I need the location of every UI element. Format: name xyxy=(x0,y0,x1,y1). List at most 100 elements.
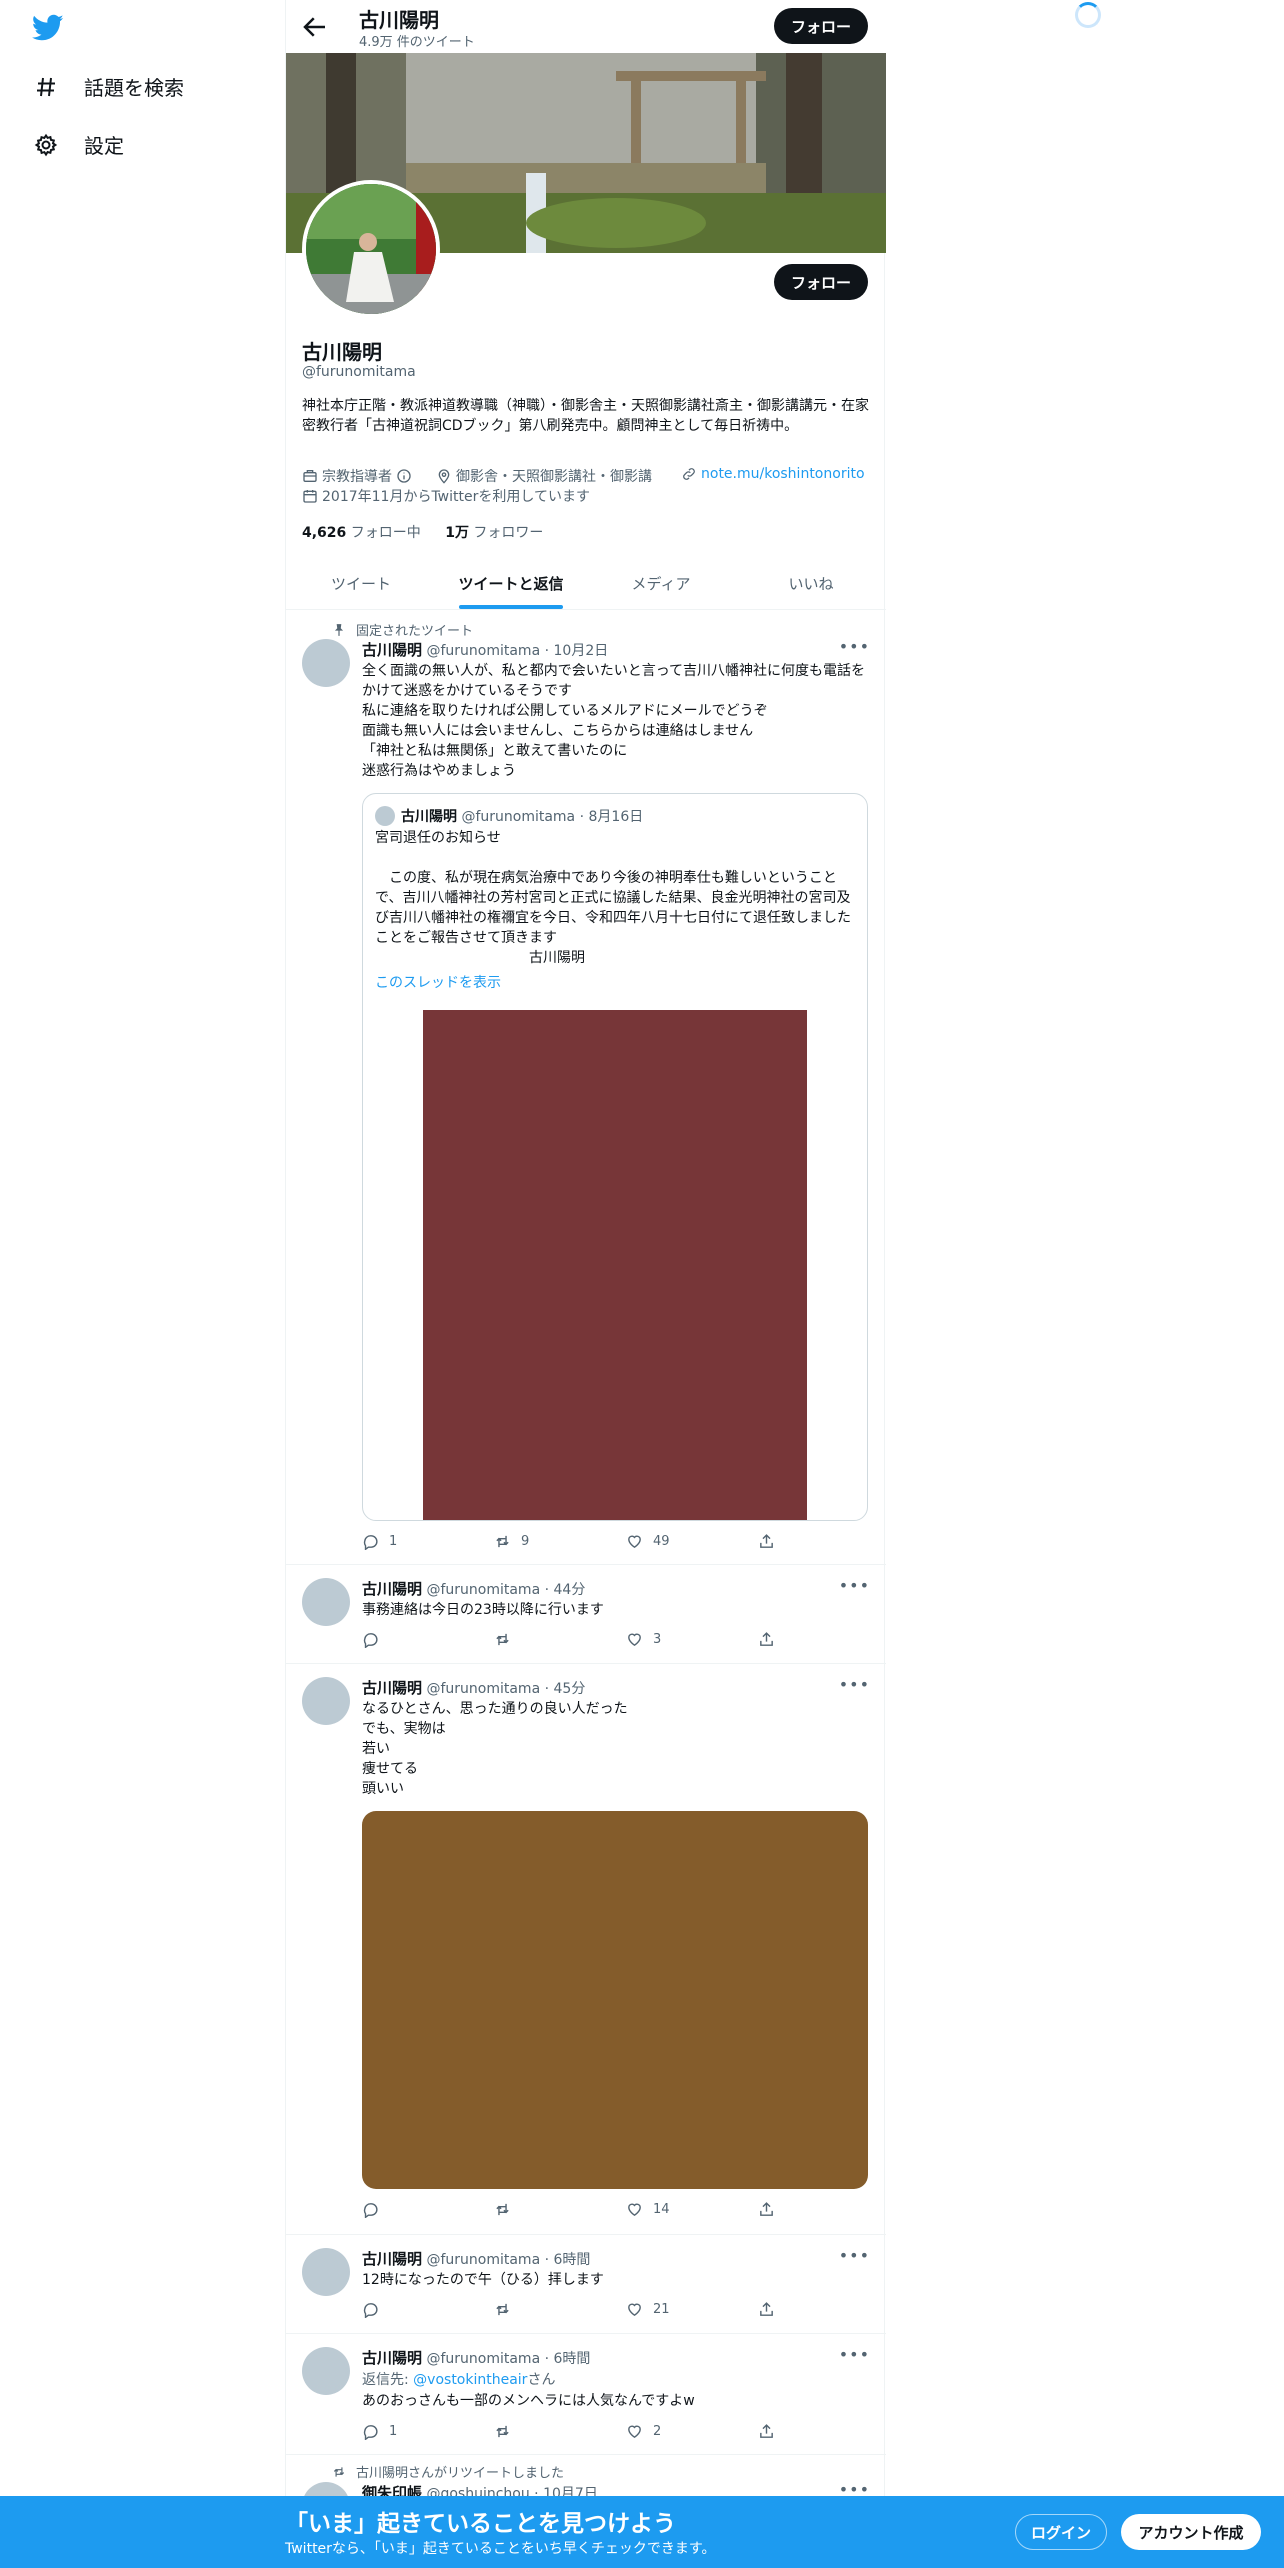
like-button[interactable]: 3 xyxy=(626,1631,661,1648)
profile-bio: 神社本庁正階・教派神道教導職（神職）・御影舎主・天照御影講社斎主・御影講講元・在… xyxy=(302,398,869,434)
tweet-actions: 1 2 xyxy=(362,2423,792,2443)
like-button[interactable]: 2 xyxy=(626,2423,661,2440)
signup-banner-title: 「いま」起きていることを見つけよう xyxy=(285,2511,676,2537)
reply-icon xyxy=(363,1633,378,1648)
quote-image[interactable] xyxy=(423,1010,807,1520)
tweet-image[interactable] xyxy=(362,1811,868,2189)
share-icon xyxy=(760,1632,773,1646)
profile-joined: 2017年11月からTwitterを利用しています xyxy=(302,486,590,506)
tab-tweets-and-replies[interactable]: ツイートと返信 xyxy=(436,557,586,609)
profile-category: 宗教指導者 xyxy=(302,466,416,486)
tweet-reply[interactable]: 古川陽明 @furunomitama · 6時間 ••• 返信先: @vosto… xyxy=(286,2335,886,2455)
back-arrow-icon[interactable] xyxy=(300,12,330,42)
tweet-avatar[interactable] xyxy=(302,2248,350,2296)
share-icon xyxy=(760,2202,773,2216)
profile-avatar[interactable] xyxy=(302,180,440,318)
profile-stats: 4,626 フォロー中 1万 フォロワー xyxy=(302,522,543,542)
profile-name: 古川陽明 xyxy=(302,340,382,364)
share-button[interactable] xyxy=(758,2301,785,2318)
sidebar-item-explore[interactable]: 話題を検索 xyxy=(32,72,184,101)
signup-banner: 「いま」起きていることを見つけよう Twitterなら、「いま」起きていることを… xyxy=(0,2496,1284,2568)
share-button[interactable] xyxy=(758,2201,785,2218)
profile-location: 御影舎・天照御影講社・御影講 xyxy=(436,466,652,486)
like-button[interactable]: 49 xyxy=(626,1533,670,1550)
retweet-icon xyxy=(496,2203,509,2216)
tweet[interactable]: 古川陽明 @furunomitama · 44分 ••• 事務連絡は今日の23時… xyxy=(286,1566,886,1664)
retweet-icon xyxy=(496,2425,509,2438)
reply-button[interactable] xyxy=(362,1631,389,1648)
share-button[interactable] xyxy=(758,2423,785,2440)
more-options-icon[interactable]: ••• xyxy=(839,1576,870,1595)
heart-icon xyxy=(628,2203,641,2217)
profile-header-bar: 古川陽明 4.9万 件のツイート フォロー xyxy=(286,0,886,53)
retweet-button[interactable] xyxy=(494,1631,521,1648)
create-account-button[interactable]: アカウント作成 xyxy=(1121,2514,1261,2550)
header-tweet-count: 4.9万 件のツイート xyxy=(359,35,475,50)
heart-icon xyxy=(628,2425,641,2439)
retweet-button[interactable] xyxy=(494,2201,521,2218)
tweet-text: 全く面識の無い人が、私と都内で会いたいと言って吉川八幡神社に何度も電話をかけて迷… xyxy=(362,663,866,779)
reply-icon xyxy=(363,2203,378,2218)
tweet[interactable]: 古川陽明 @furunomitama · 6時間 ••• 12時になったので午（… xyxy=(286,2236,886,2334)
tweet-text: 12時になったので午（ひる）拝します xyxy=(362,2272,604,2288)
more-options-icon[interactable]: ••• xyxy=(839,637,870,656)
reply-to-handle-link[interactable]: @vostokintheair xyxy=(413,2372,527,2388)
profile-url[interactable]: note.mu/koshintonorito xyxy=(681,466,865,482)
tweet-header: 古川陽明 @furunomitama · 45分 xyxy=(362,1679,586,1697)
retweet-button[interactable]: 9 xyxy=(494,1533,529,1550)
more-options-icon[interactable]: ••• xyxy=(839,2345,870,2364)
tweet-avatar[interactable] xyxy=(302,1677,350,1725)
tweet-pinned[interactable]: 固定されたツイート 古川陽明 @furunomitama · 10月2日 •••… xyxy=(286,611,886,1565)
tweet-actions: 14 xyxy=(362,2201,792,2221)
quote-text: 宮司退任のお知らせ この度、私が現在病気治療中であり今後の神明奉仕も難しいという… xyxy=(375,830,851,966)
loading-spinner-icon xyxy=(1075,2,1101,28)
share-icon xyxy=(760,1534,773,1548)
tweet[interactable]: 古川陽明 @furunomitama · 45分 ••• なるひとさん、思った通… xyxy=(286,1665,886,2235)
info-icon xyxy=(397,469,411,483)
like-button[interactable]: 14 xyxy=(626,2201,670,2218)
header-follow-button[interactable]: フォロー xyxy=(774,8,868,44)
sidebar-item-label: 設定 xyxy=(84,134,124,158)
reply-button[interactable] xyxy=(362,2201,389,2218)
calendar-icon xyxy=(303,490,317,503)
tweet-actions: 1 9 49 xyxy=(362,1533,792,1553)
show-thread-link[interactable]: このスレッドを表示 xyxy=(375,972,501,992)
share-icon xyxy=(760,2302,773,2316)
more-options-icon[interactable]: ••• xyxy=(839,1675,870,1694)
tab-likes[interactable]: いいね xyxy=(736,557,886,609)
followers-link[interactable]: 1万 フォロワー xyxy=(445,525,543,541)
sidebar-item-settings[interactable]: 設定 xyxy=(32,130,124,159)
hashtag-icon xyxy=(32,73,60,101)
retweet-button[interactable] xyxy=(494,2423,521,2440)
tweet-avatar[interactable] xyxy=(302,1578,350,1626)
quoted-tweet[interactable]: 古川陽明 @furunomitama · 8月16日 宮司退任のお知らせ この度… xyxy=(362,793,868,1521)
heart-icon xyxy=(628,2303,641,2317)
following-link[interactable]: 4,626 フォロー中 xyxy=(302,525,421,541)
login-button[interactable]: ログイン xyxy=(1015,2514,1107,2550)
tab-tweets[interactable]: ツイート xyxy=(286,557,436,609)
twitter-logo-icon[interactable] xyxy=(31,14,68,44)
link-icon xyxy=(683,468,695,480)
reply-button[interactable]: 1 xyxy=(362,2423,397,2440)
retweet-icon xyxy=(496,1535,509,1548)
reply-button[interactable] xyxy=(362,2301,389,2318)
reply-button[interactable]: 1 xyxy=(362,1533,397,1550)
tab-media[interactable]: メディア xyxy=(586,557,736,609)
share-button[interactable] xyxy=(758,1631,785,1648)
retweet-icon xyxy=(496,1633,509,1646)
more-options-icon[interactable]: ••• xyxy=(839,2246,870,2265)
tweet-avatar[interactable] xyxy=(302,2347,350,2395)
profile-tabs: ツイート ツイートと返信 メディア いいね xyxy=(286,557,886,610)
retweet-button[interactable] xyxy=(494,2301,521,2318)
profile-follow-button[interactable]: フォロー xyxy=(774,264,868,300)
location-pin-icon xyxy=(438,469,450,484)
tweet-header: 古川陽明 @furunomitama · 10月2日 xyxy=(362,641,609,659)
tweet-actions: 3 xyxy=(362,1631,792,1651)
header-name: 古川陽明 xyxy=(359,8,439,32)
share-button[interactable] xyxy=(758,1533,785,1550)
like-button[interactable]: 21 xyxy=(626,2301,670,2318)
reply-to-label: 返信先: @vostokintheairさん xyxy=(362,2372,556,2388)
retweet-label: 古川陽明さんがリツイートしました xyxy=(332,2462,564,2481)
retweet-icon xyxy=(333,2466,345,2477)
tweet-avatar[interactable] xyxy=(302,639,350,687)
